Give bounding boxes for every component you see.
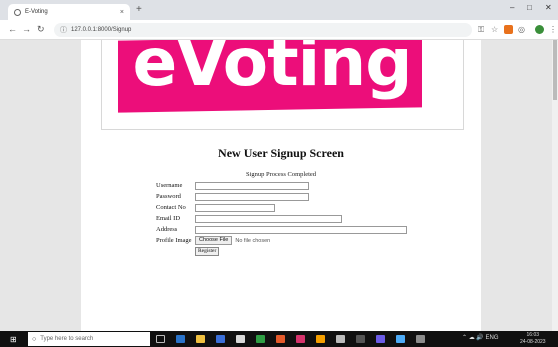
task-view-icon[interactable]	[156, 335, 165, 343]
username-field[interactable]	[195, 181, 309, 190]
address-bar[interactable]: ⓘ 127.0.0.1:8000/Signup	[54, 23, 472, 37]
search-placeholder: Type here to search	[40, 336, 94, 342]
system-tray[interactable]: ⌃ ☁ 🔊 ENG	[462, 334, 499, 341]
app-icon-purple[interactable]	[376, 335, 385, 343]
key-icon[interactable]: ⚿	[478, 25, 484, 35]
register-button[interactable]: Register	[195, 247, 220, 256]
minimize-button[interactable]: –	[510, 3, 514, 12]
app-icon-light[interactable]	[416, 335, 425, 343]
app-icon-green[interactable]	[256, 335, 265, 343]
url-text: 127.0.0.1:8000/Signup	[71, 27, 132, 33]
app-icon[interactable]	[236, 335, 245, 343]
tab-title: E-Voting	[25, 9, 48, 15]
globe-icon	[14, 8, 21, 16]
folder-icon[interactable]	[196, 335, 205, 343]
app-icon-red[interactable]	[296, 335, 305, 343]
info-icon: ⓘ	[60, 27, 67, 34]
chrome-icon[interactable]	[316, 335, 325, 343]
store-icon[interactable]	[216, 335, 225, 343]
profile-label: Profile Image	[156, 237, 192, 244]
browser-tab-strip: E-Voting × + – □ ✕	[0, 0, 558, 20]
taskbar-search[interactable]: ○ Type here to search	[28, 332, 150, 346]
new-tab-button[interactable]: +	[136, 4, 142, 15]
choose-file-button[interactable]: Choose File	[195, 236, 233, 245]
reload-icon[interactable]: ↻	[37, 24, 45, 35]
taskbar: ⊞ ○ Type here to search ⌃ ☁ 🔊 ENG 16:03 …	[0, 331, 558, 347]
maximize-button[interactable]: □	[527, 3, 532, 12]
clock-time: 16:03	[526, 332, 540, 338]
email-field[interactable]	[195, 214, 342, 223]
extension-icon[interactable]	[504, 25, 513, 34]
banner: eVoting	[101, 40, 464, 130]
close-window-button[interactable]: ✕	[545, 3, 552, 12]
browser-tab[interactable]: E-Voting ×	[8, 4, 130, 20]
address-row: Address	[156, 225, 407, 234]
app-icon-dark[interactable]	[356, 335, 365, 343]
contact-label: Contact No	[156, 204, 186, 211]
back-icon[interactable]: ←	[8, 24, 17, 34]
scrollbar[interactable]	[552, 40, 558, 331]
app-icon-blue[interactable]	[396, 335, 405, 343]
edge-icon[interactable]	[176, 335, 185, 343]
username-row: Username	[156, 181, 309, 190]
tab-close-icon[interactable]: ×	[120, 9, 124, 16]
status-message: Signup Process Completed	[245, 171, 317, 178]
scrollbar-thumb[interactable]	[553, 40, 557, 100]
extension-puzzle-icon[interactable]: ◎	[518, 25, 525, 34]
username-label: Username	[156, 182, 183, 189]
profile-icon[interactable]	[535, 25, 544, 34]
clock-date: 24-08-2023	[520, 339, 546, 345]
contact-field[interactable]	[195, 203, 275, 212]
address-label: Address	[156, 226, 178, 233]
forward-icon[interactable]: →	[22, 24, 31, 34]
contact-row: Contact No	[156, 203, 275, 212]
address-field[interactable]	[195, 225, 407, 234]
windows-start-icon[interactable]: ⊞	[10, 335, 17, 344]
logo: eVoting	[132, 40, 413, 101]
email-row: Email ID	[156, 214, 342, 223]
content-panel: eVoting New User Signup Screen Signup Pr…	[81, 40, 481, 331]
clock[interactable]: 16:03 24-08-2023	[520, 332, 546, 346]
browser-toolbar: ← → ↻ ⓘ 127.0.0.1:8000/Signup ⚿ ☆ ◎ ⋮	[0, 20, 558, 40]
search-icon: ○	[32, 335, 37, 343]
password-row: Password	[156, 192, 309, 201]
password-field[interactable]	[195, 192, 309, 201]
profile-row: Profile Image Choose File No file chosen	[156, 236, 270, 245]
app-icon-gray[interactable]	[336, 335, 345, 343]
password-label: Password	[156, 193, 181, 200]
app-icon-orange[interactable]	[276, 335, 285, 343]
menu-icon[interactable]: ⋮	[549, 25, 557, 34]
star-icon[interactable]: ☆	[491, 25, 498, 34]
page-title: New User Signup Screen	[218, 146, 344, 160]
page-background: eVoting New User Signup Screen Signup Pr…	[0, 40, 558, 331]
email-label: Email ID	[156, 215, 181, 222]
file-status: No file chosen	[235, 237, 271, 244]
